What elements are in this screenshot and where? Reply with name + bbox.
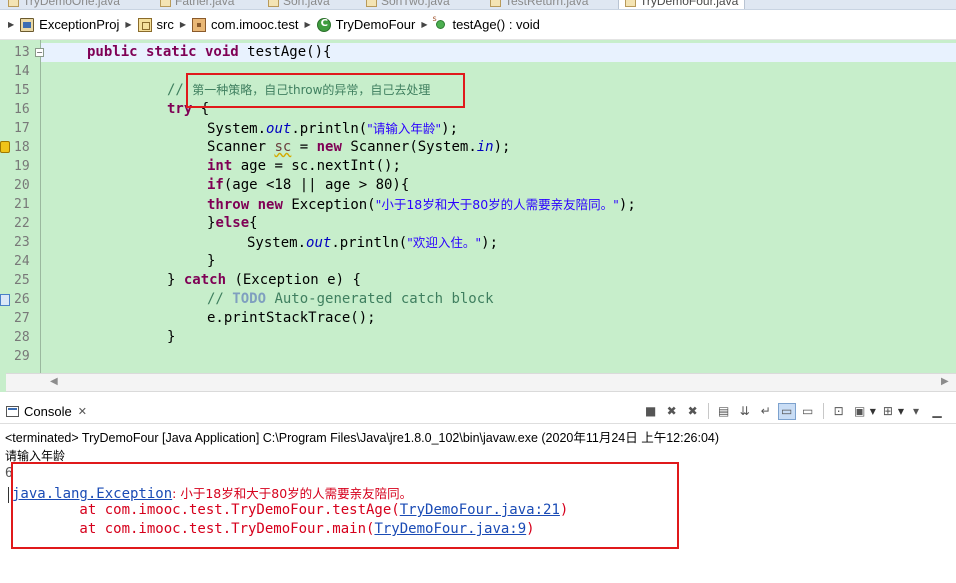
console-toolbar: ■ ✖ ✖ ▤ ⇊ ↵ ▭ ▭ ⊡ ▣ ▼ ⊞ ▼ ▾ ▁	[642, 402, 956, 420]
chevron-down-icon[interactable]: ▼	[870, 407, 876, 416]
java-file-icon	[8, 0, 19, 8]
remove-all-terminated-icon[interactable]: ✖	[684, 403, 702, 420]
java-file-icon	[366, 0, 377, 8]
tab-sontwo[interactable]: SonTwo.java	[366, 0, 450, 9]
chevron-right-icon: ▶	[179, 20, 187, 29]
chevron-right-icon: ▶	[8, 20, 15, 29]
tab-father[interactable]: Father.java	[160, 0, 234, 9]
code-line-13: 13 public static void testAge(){	[0, 43, 956, 62]
tab-testreturn[interactable]: TestReturn.java	[490, 0, 588, 9]
chevron-right-icon: ▶	[421, 20, 428, 29]
fold-toggle-icon[interactable]: −	[35, 48, 44, 57]
source-folder-icon	[137, 17, 152, 32]
tab-son[interactable]: Son.java	[268, 0, 330, 9]
code-line-23: 23 System.out.println("欢迎入住。");	[14, 235, 499, 251]
breadcrumb-method[interactable]: ▶ testAge() : void	[415, 14, 540, 32]
show-on-error-icon[interactable]: ▭	[799, 403, 817, 420]
code-line-21: 21 throw new Exception("小于18岁和大于80岁的人需要亲…	[14, 197, 636, 213]
code-line-24: 24 }	[14, 253, 216, 269]
java-file-icon	[268, 0, 279, 8]
minimize-icon[interactable]: ▁	[928, 403, 946, 420]
code-line-26: 26 // TODO Auto-generated catch block	[0, 290, 956, 309]
breadcrumb-package[interactable]: ▶ com.imooc.test	[174, 17, 299, 32]
remove-launch-icon[interactable]: ✖	[663, 403, 681, 420]
class-icon	[316, 17, 331, 32]
clear-console-icon[interactable]: ▤	[715, 403, 733, 420]
error-highlight-box	[11, 462, 679, 549]
java-file-icon	[160, 0, 171, 8]
code-line-27: 27 e.printStackTrace();	[14, 310, 376, 326]
code-line-17: 17 System.out.println("请输入年龄");	[14, 121, 459, 137]
show-on-output-icon[interactable]: ▭	[777, 402, 796, 420]
highlight-annotation-box	[186, 73, 465, 108]
java-file-icon	[490, 0, 501, 8]
toolbar-divider	[707, 403, 709, 419]
view-menu-icon[interactable]: ▾	[907, 403, 925, 420]
package-icon	[192, 17, 207, 32]
tab-trydemoone[interactable]: TryDemoOne.java	[8, 0, 120, 9]
word-wrap-icon[interactable]: ↵	[757, 403, 775, 420]
code-line-28: 28 }	[14, 329, 176, 345]
console-tab[interactable]: Console ✕	[0, 398, 87, 424]
scroll-right-icon[interactable]: ▶	[941, 376, 949, 387]
editor-tab-strip: TryDemoOne.java Father.java Son.java Son…	[0, 0, 956, 10]
chevron-right-icon: ▶	[304, 20, 311, 29]
breadcrumb: ▶ ExceptionProj ▶ src ▶ com.imooc.test ▶…	[0, 10, 956, 40]
code-line-16: 16 try {	[14, 101, 210, 117]
scroll-left-icon[interactable]: ◀	[50, 376, 58, 387]
breadcrumb-src[interactable]: ▶ src	[119, 17, 174, 32]
terminate-icon[interactable]: ■	[642, 403, 660, 420]
code-line-15: 15 // 第一种策略，自己throw的异常，自己去处理	[14, 82, 431, 98]
editor-left-margin	[0, 373, 6, 392]
chevron-right-icon: ▶	[125, 20, 132, 29]
code-line-19: 19 int age = sc.nextInt();	[14, 158, 401, 174]
editor-horizontal-scrollbar[interactable]: ◀ ▶	[0, 373, 956, 392]
code-line-20: 20 if(age <18 || age > 80){	[14, 177, 410, 193]
text-cursor	[8, 487, 9, 503]
code-line-25: 25 } catch (Exception e) {	[14, 272, 361, 288]
code-line-18: 18 Scanner sc = new Scanner(System.in);	[0, 138, 956, 157]
scroll-lock-icon[interactable]: ⇊	[736, 403, 754, 420]
code-editor[interactable]: 13 public static void testAge(){ − 14 15…	[0, 40, 956, 376]
code-line-29: 29	[14, 349, 30, 364]
chevron-down-icon[interactable]: ▼	[898, 407, 904, 416]
console-icon	[6, 405, 19, 417]
static-method-icon	[432, 14, 446, 29]
project-icon	[20, 17, 35, 32]
pin-console-icon[interactable]: ⊡	[830, 403, 848, 420]
java-file-icon	[625, 0, 636, 8]
launch-status-line: <terminated> TryDemoFour [Java Applicati…	[5, 431, 720, 445]
tab-trydemofour[interactable]: TryDemoFour.java	[618, 0, 746, 9]
code-line-22: 22 }else{	[14, 215, 258, 231]
breadcrumb-project[interactable]: ▶ ExceptionProj	[8, 17, 119, 32]
console-output[interactable]: <terminated> TryDemoFour [Java Applicati…	[0, 425, 956, 583]
breadcrumb-class[interactable]: ▶ TryDemoFour	[298, 17, 415, 32]
console-view-header: Console ✕ ■ ✖ ✖ ▤ ⇊ ↵ ▭ ▭ ⊡ ▣ ▼ ⊞ ▼ ▾ ▁	[0, 398, 956, 424]
toolbar-divider	[822, 403, 824, 419]
close-icon[interactable]: ✕	[78, 405, 87, 418]
open-console-icon[interactable]: ⊞	[879, 403, 897, 420]
display-console-icon[interactable]: ▣	[851, 403, 869, 420]
code-line-14: 14	[14, 64, 30, 79]
